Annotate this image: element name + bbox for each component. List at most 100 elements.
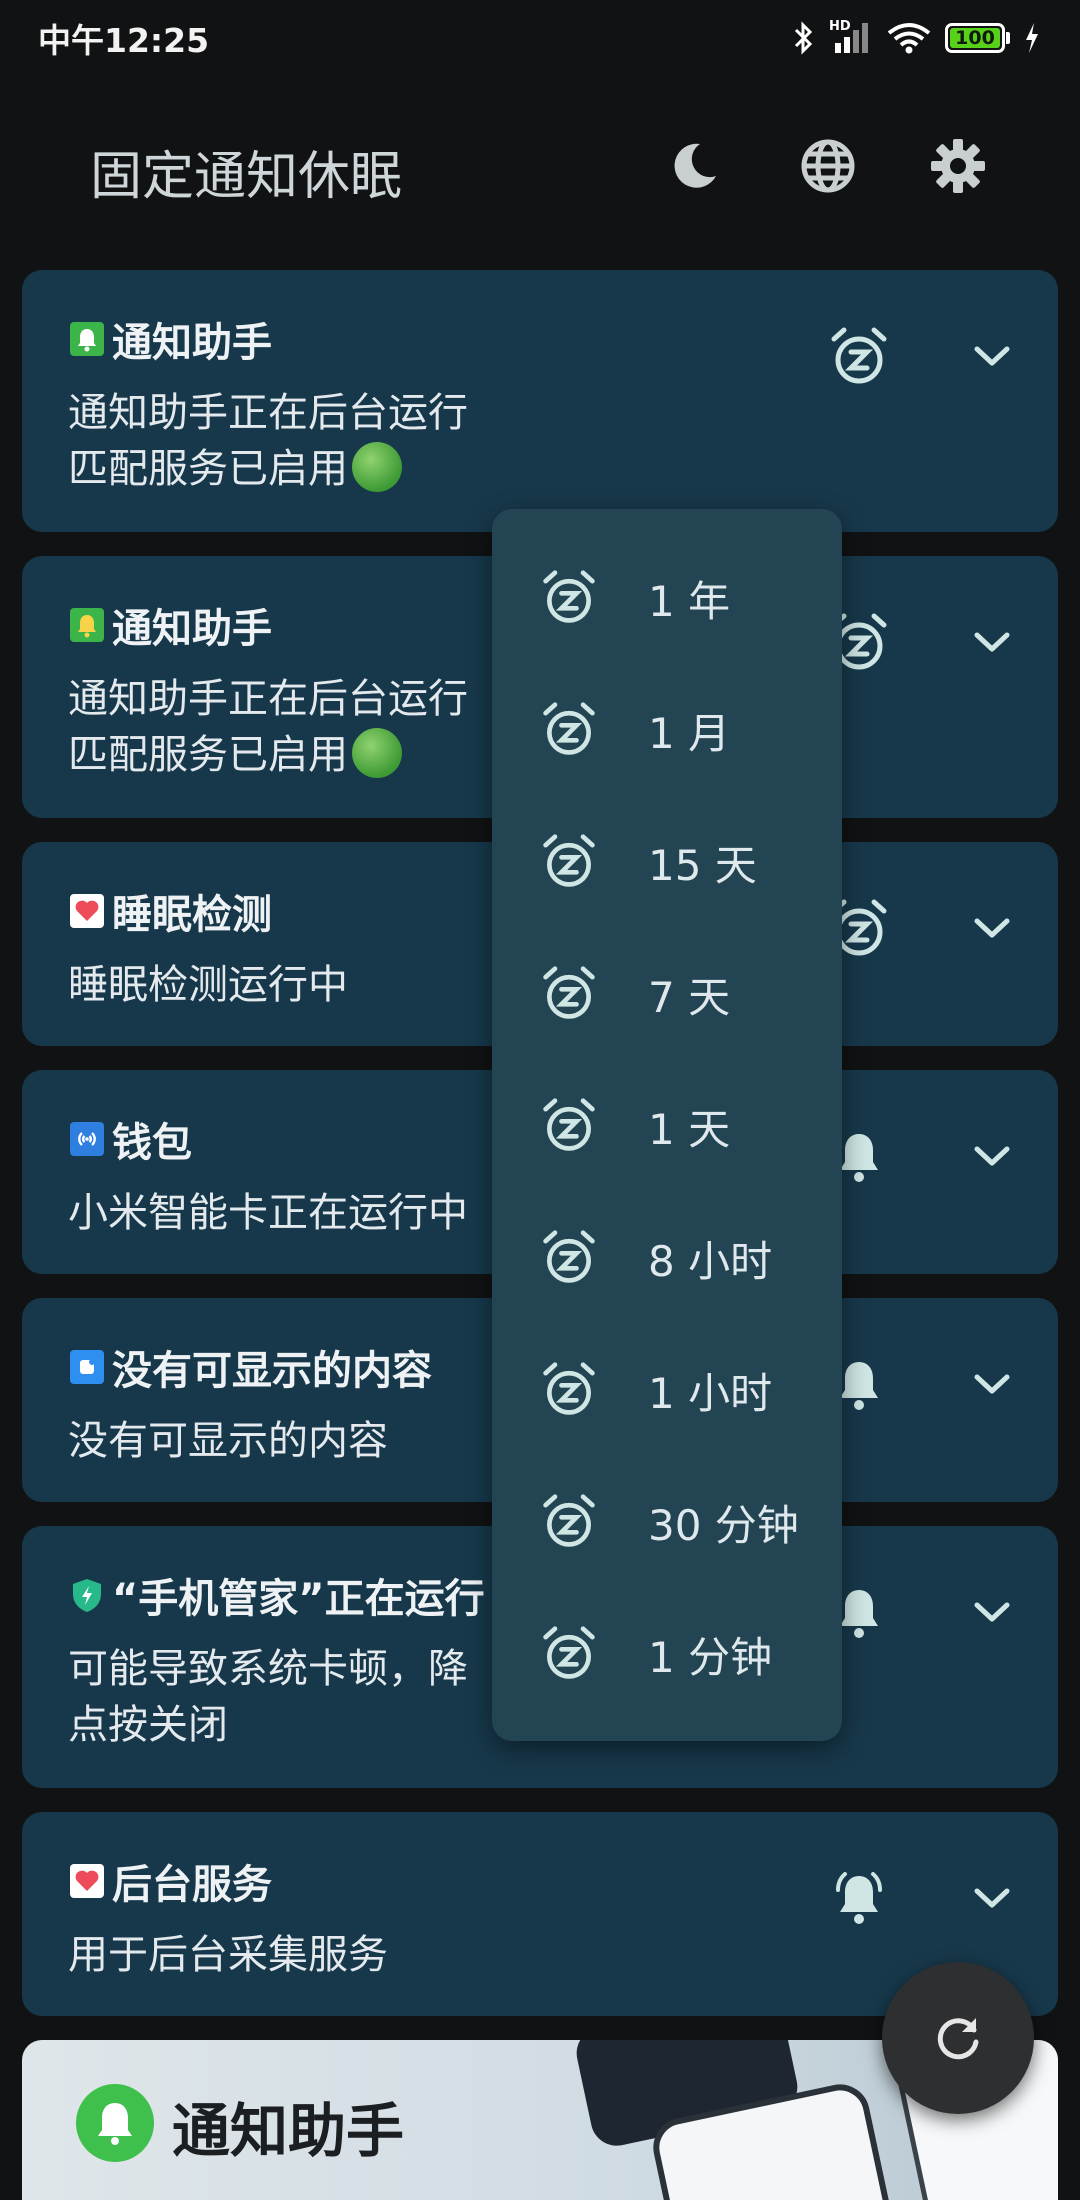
heart-icon [70, 894, 104, 928]
menu-item-1-day[interactable]: 1 天 [492, 1060, 842, 1192]
expand-button[interactable] [962, 1582, 1022, 1642]
card-text-line: 小米智能卡正在运行中 [68, 1190, 468, 1236]
card-text-line: 通知助手正在后台运行 [68, 390, 468, 436]
expand-button[interactable] [962, 898, 1022, 958]
chevron-down-icon [974, 1602, 1010, 1622]
wifi-icon [887, 23, 931, 54]
app-bell-icon [70, 322, 104, 356]
signal-icon: HD [829, 19, 873, 55]
card-text-line: 睡眠检测运行中 [68, 962, 348, 1008]
globe-icon [801, 139, 855, 193]
status-icons: HD 100 [793, 19, 1040, 55]
card-app-name: 后台服务 [112, 1862, 272, 1908]
expand-button[interactable] [962, 1126, 1022, 1186]
expand-button[interactable] [962, 612, 1022, 672]
language-button[interactable] [796, 134, 860, 198]
snooze-icon [540, 833, 598, 891]
gear-icon [931, 139, 985, 193]
promo-title: 通知助手 [172, 2097, 405, 2165]
card-header: 睡眠检测 [70, 882, 272, 940]
card-text-line: 用于后台采集服务 [68, 1932, 388, 1978]
menu-item-1-minute[interactable]: 1 分钟 [492, 1588, 842, 1720]
snooze-icon [540, 1361, 598, 1419]
menu-item-label: 1 小时 [648, 1368, 773, 1418]
app-bell-icon [70, 608, 104, 642]
expand-button[interactable] [962, 1868, 1022, 1928]
battery-level: 100 [950, 27, 1000, 49]
snooze-button[interactable] [824, 322, 894, 392]
card-text-line: 通知助手正在后台运行 [68, 676, 468, 722]
battery-indicator: 100 [945, 23, 1010, 53]
card-header: 通知助手 [70, 310, 272, 368]
menu-item-1-hour[interactable]: 1 小时 [492, 1324, 842, 1456]
card-header: 后台服务 [70, 1852, 272, 1910]
menu-item-label: 1 天 [648, 1104, 731, 1154]
menu-item-15-days[interactable]: 15 天 [492, 796, 842, 928]
settings-button[interactable] [926, 134, 990, 198]
chevron-down-icon [974, 1888, 1010, 1908]
menu-item-30-minutes[interactable]: 30 分钟 [492, 1456, 842, 1588]
card-header: “手机管家”正在运行 [70, 1566, 485, 1624]
notify-button[interactable] [824, 1864, 894, 1934]
menu-item-1-month[interactable]: 1 月 [492, 664, 842, 796]
snooze-icon [540, 965, 598, 1023]
card-text-line: 匹配服务已启用 [68, 436, 402, 494]
app-bar: 固定通知休眠 [0, 110, 1080, 220]
card-header: 没有可显示的内容 [70, 1338, 432, 1396]
card-app-name: 通知助手 [112, 320, 272, 366]
menu-item-8-hours[interactable]: 8 小时 [492, 1192, 842, 1324]
snooze-icon [540, 1229, 598, 1287]
snooze-icon [540, 1625, 598, 1683]
chevron-down-icon [974, 632, 1010, 652]
charging-icon [1026, 23, 1038, 53]
menu-item-label: 7 天 [648, 972, 731, 1022]
menu-item-label: 15 天 [648, 840, 757, 890]
status-bar: 中午12:25 HD 100 [0, 0, 1080, 76]
snooze-icon [540, 701, 598, 759]
refresh-button[interactable] [882, 1962, 1034, 2114]
refresh-icon [937, 2018, 979, 2060]
card-header: 通知助手 [70, 596, 272, 654]
chevron-down-icon [974, 1146, 1010, 1166]
chevron-down-icon [974, 346, 1010, 366]
menu-item-label: 1 分钟 [648, 1632, 773, 1682]
bell-ringing-icon [836, 1872, 882, 1924]
snooze-icon [540, 1493, 598, 1551]
menu-item-label: 1 月 [648, 708, 731, 758]
menu-item-label: 30 分钟 [648, 1500, 799, 1550]
nfc-wallet-icon [70, 1122, 104, 1156]
menu-item-label: 1 年 [648, 576, 731, 626]
card-header: 钱包 [70, 1110, 192, 1168]
chevron-down-icon [974, 1374, 1010, 1394]
green-dot-icon [352, 728, 402, 778]
notification-card[interactable]: 通知助手 通知助手正在后台运行 匹配服务已启用 [22, 270, 1058, 532]
card-text-line: 可能导致系统卡顿，降 [68, 1646, 468, 1692]
menu-item-1-year[interactable]: 1 年 [492, 532, 842, 664]
snooze-icon [540, 569, 598, 627]
status-time: 中午12:25 [38, 21, 210, 60]
expand-button[interactable] [962, 1354, 1022, 1414]
snooze-duration-menu: 1 年 1 月 15 天 7 天 1 天 8 小时 1 小时 30 分钟 1 分… [492, 509, 842, 1741]
page-title: 固定通知休眠 [90, 147, 403, 207]
moon-icon [674, 143, 716, 188]
expand-button[interactable] [962, 326, 1022, 386]
shield-icon [70, 1578, 104, 1612]
snooze-icon [831, 327, 887, 384]
snooze-icon [540, 1097, 598, 1155]
card-app-name: 通知助手 [112, 606, 272, 652]
heart-icon [70, 1864, 104, 1898]
card-app-name: 睡眠检测 [112, 892, 272, 938]
card-app-name: 没有可显示的内容 [112, 1348, 432, 1394]
app-logo-icon [76, 2084, 154, 2162]
card-text-line: 匹配服务已启用 [68, 722, 402, 780]
chevron-down-icon [974, 918, 1010, 938]
card-text-line: 点按关闭 [68, 1702, 228, 1748]
bluetooth-icon [794, 21, 813, 55]
card-text-line: 没有可显示的内容 [68, 1418, 388, 1464]
menu-item-7-days[interactable]: 7 天 [492, 928, 842, 1060]
app-tile-icon [70, 1350, 104, 1384]
card-app-name: “手机管家”正在运行 [112, 1576, 485, 1622]
dark-mode-button[interactable] [662, 134, 726, 198]
green-dot-icon [352, 442, 402, 492]
menu-item-label: 8 小时 [648, 1236, 773, 1286]
